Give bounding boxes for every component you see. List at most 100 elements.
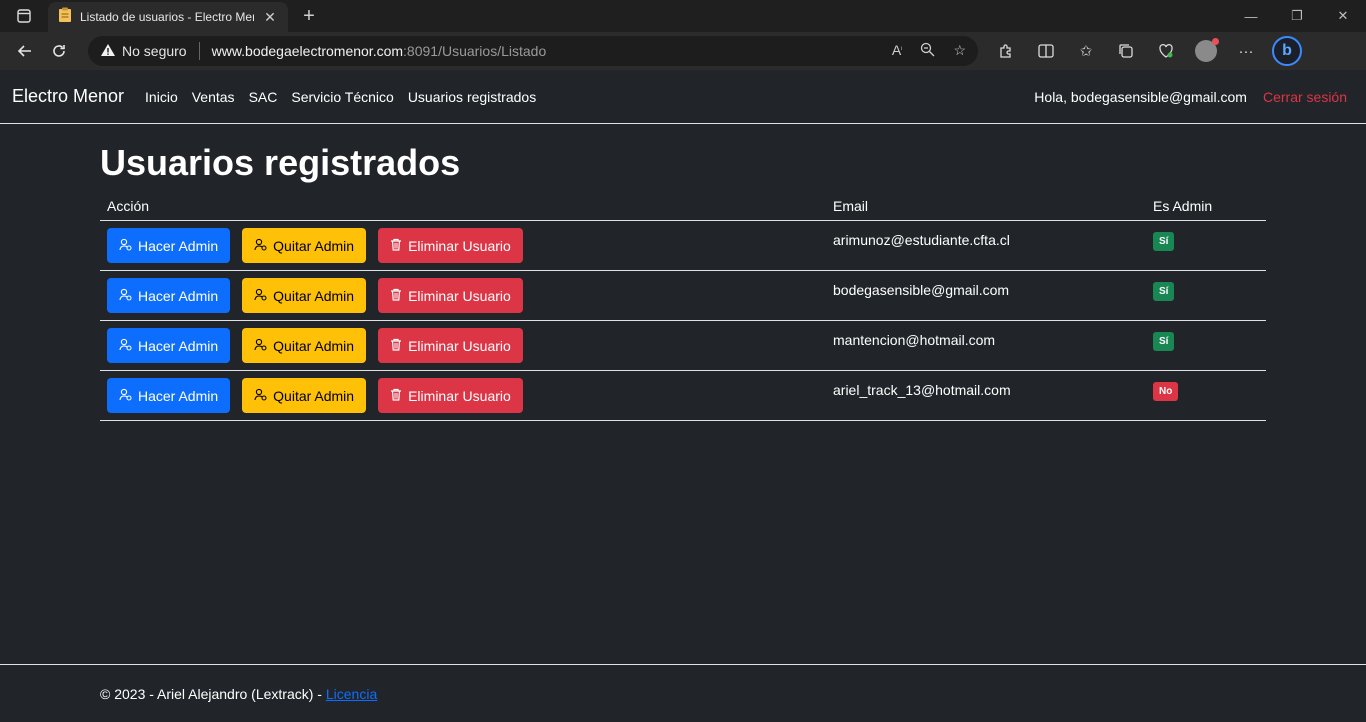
delete-user-button[interactable]: Eliminar Usuario bbox=[378, 328, 523, 363]
browser-tab-bar: Listado de usuarios - Electro Menor ✕ + … bbox=[0, 0, 1366, 32]
make-admin-button[interactable]: Hacer Admin bbox=[107, 378, 231, 413]
collections-icon[interactable] bbox=[1112, 37, 1140, 65]
user-greeting-link[interactable]: Hola, bodegasensible@gmail.com bbox=[1034, 89, 1247, 105]
user-gear-icon bbox=[119, 238, 132, 254]
extensions-icon[interactable] bbox=[992, 37, 1020, 65]
make-admin-label: Hacer Admin bbox=[138, 387, 219, 404]
action-cell: Hacer Admin Quitar Admin Eliminar Usuari… bbox=[100, 270, 826, 321]
make-admin-button[interactable]: Hacer Admin bbox=[107, 328, 231, 363]
column-header-email: Email bbox=[826, 192, 1146, 221]
make-admin-label: Hacer Admin bbox=[138, 287, 219, 304]
delete-user-label: Eliminar Usuario bbox=[408, 237, 511, 254]
admin-status-badge: No bbox=[1153, 382, 1179, 401]
user-email: arimunoz@estudiante.cfta.cl bbox=[833, 232, 1010, 248]
remove-admin-label: Quitar Admin bbox=[273, 337, 355, 354]
remove-admin-button[interactable]: Quitar Admin bbox=[242, 278, 367, 313]
nav-links: Inicio Ventas SAC Servicio Técnico Usuar… bbox=[138, 89, 543, 105]
browser-essentials-icon[interactable] bbox=[1152, 37, 1180, 65]
close-window-icon[interactable]: ✕ bbox=[1320, 0, 1366, 32]
trash-icon bbox=[390, 388, 402, 404]
admin-cell: Sí bbox=[1146, 320, 1266, 371]
remove-admin-button[interactable]: Quitar Admin bbox=[242, 228, 367, 263]
zoom-out-icon[interactable] bbox=[920, 42, 935, 60]
refresh-icon[interactable] bbox=[42, 36, 76, 66]
admin-status-badge: Sí bbox=[1153, 282, 1175, 301]
user-email: mantencion@hotmail.com bbox=[833, 332, 996, 348]
admin-cell: Sí bbox=[1146, 220, 1266, 271]
delete-user-label: Eliminar Usuario bbox=[408, 287, 511, 304]
minimize-icon[interactable]: — bbox=[1228, 0, 1274, 32]
delete-user-button[interactable]: Eliminar Usuario bbox=[378, 378, 523, 413]
logout-button[interactable]: Cerrar sesión bbox=[1263, 89, 1354, 105]
nav-link-usuarios[interactable]: Usuarios registrados bbox=[401, 89, 543, 105]
window-controls: — ❐ ✕ bbox=[1228, 0, 1366, 32]
table-row: Hacer Admin Quitar Admin Eliminar Usuari… bbox=[100, 220, 1266, 271]
main-content: Usuarios registrados Acción Email Es Adm… bbox=[0, 124, 1366, 421]
remove-admin-button[interactable]: Quitar Admin bbox=[242, 378, 367, 413]
favorites-icon[interactable]: ✩ bbox=[1072, 37, 1100, 65]
column-header-es-admin: Es Admin bbox=[1146, 192, 1266, 221]
column-header-accion: Acción bbox=[100, 192, 826, 221]
trash-icon bbox=[390, 338, 402, 354]
user-gear-icon bbox=[254, 238, 267, 254]
table-row: Hacer Admin Quitar Admin Eliminar Usuari… bbox=[100, 320, 1266, 371]
table-row: Hacer Admin Quitar Admin Eliminar Usuari… bbox=[100, 370, 1266, 421]
brand-link[interactable]: Electro Menor bbox=[12, 86, 124, 107]
license-link[interactable]: Licencia bbox=[326, 686, 377, 702]
email-cell: bodegasensible@gmail.com bbox=[826, 270, 1146, 321]
security-indicator[interactable]: No seguro bbox=[100, 43, 187, 60]
nav-link-ventas[interactable]: Ventas bbox=[185, 89, 242, 105]
remove-admin-label: Quitar Admin bbox=[273, 387, 355, 404]
delete-user-button[interactable]: Eliminar Usuario bbox=[378, 278, 523, 313]
user-gear-icon bbox=[254, 288, 267, 304]
browser-tab[interactable]: Listado de usuarios - Electro Menor ✕ bbox=[48, 2, 288, 32]
user-gear-icon bbox=[119, 388, 132, 404]
admin-status-badge: Sí bbox=[1153, 232, 1175, 251]
user-email: bodegasensible@gmail.com bbox=[833, 282, 1010, 298]
action-cell: Hacer Admin Quitar Admin Eliminar Usuari… bbox=[100, 220, 826, 271]
url-field[interactable]: No seguro www.bodegaelectromenor.com :80… bbox=[88, 36, 978, 66]
delete-user-label: Eliminar Usuario bbox=[408, 387, 511, 404]
admin-cell: Sí bbox=[1146, 270, 1266, 321]
make-admin-label: Hacer Admin bbox=[138, 337, 219, 354]
admin-cell: No bbox=[1146, 370, 1266, 421]
more-options-icon[interactable]: ··· bbox=[1232, 37, 1260, 65]
user-gear-icon bbox=[119, 338, 132, 354]
delete-user-label: Eliminar Usuario bbox=[408, 337, 511, 354]
make-admin-button[interactable]: Hacer Admin bbox=[107, 228, 231, 263]
user-gear-icon bbox=[254, 388, 267, 404]
read-aloud-icon[interactable]: Aᵢ bbox=[892, 42, 903, 60]
profile-icon[interactable] bbox=[1192, 37, 1220, 65]
trash-icon bbox=[390, 288, 402, 304]
page-title: Usuarios registrados bbox=[100, 142, 461, 183]
table-row: Hacer Admin Quitar Admin Eliminar Usuari… bbox=[100, 270, 1266, 321]
security-label: No seguro bbox=[122, 43, 187, 59]
warning-icon bbox=[100, 43, 116, 60]
remove-admin-button[interactable]: Quitar Admin bbox=[242, 328, 367, 363]
email-cell: mantencion@hotmail.com bbox=[826, 320, 1146, 371]
new-tab-icon[interactable]: + bbox=[292, 1, 326, 31]
action-cell: Hacer Admin Quitar Admin Eliminar Usuari… bbox=[100, 370, 826, 421]
users-table: Acción Email Es Admin Hacer Admin Quitar… bbox=[100, 192, 1266, 421]
tab-title: Listado de usuarios - Electro Menor bbox=[80, 10, 254, 24]
back-icon[interactable] bbox=[8, 36, 42, 66]
make-admin-label: Hacer Admin bbox=[138, 237, 219, 254]
user-email: ariel_track_13@hotmail.com bbox=[833, 382, 1011, 398]
delete-user-button[interactable]: Eliminar Usuario bbox=[378, 228, 523, 263]
make-admin-button[interactable]: Hacer Admin bbox=[107, 278, 231, 313]
trash-icon bbox=[390, 238, 402, 254]
bing-copilot-icon[interactable]: b bbox=[1272, 36, 1302, 66]
nav-link-servicio-tecnico[interactable]: Servicio Técnico bbox=[284, 89, 400, 105]
tab-actions-icon[interactable] bbox=[0, 0, 48, 32]
restore-icon[interactable]: ❐ bbox=[1274, 0, 1320, 32]
split-screen-icon[interactable] bbox=[1032, 37, 1060, 65]
admin-status-badge: Sí bbox=[1153, 332, 1175, 351]
nav-link-sac[interactable]: SAC bbox=[242, 89, 285, 105]
nav-link-inicio[interactable]: Inicio bbox=[138, 89, 185, 105]
action-cell: Hacer Admin Quitar Admin Eliminar Usuari… bbox=[100, 320, 826, 371]
remove-admin-label: Quitar Admin bbox=[273, 237, 355, 254]
close-tab-icon[interactable]: ✕ bbox=[262, 9, 278, 26]
favorite-star-icon[interactable]: ☆ bbox=[953, 42, 966, 60]
user-gear-icon bbox=[119, 288, 132, 304]
email-cell: ariel_track_13@hotmail.com bbox=[826, 370, 1146, 421]
